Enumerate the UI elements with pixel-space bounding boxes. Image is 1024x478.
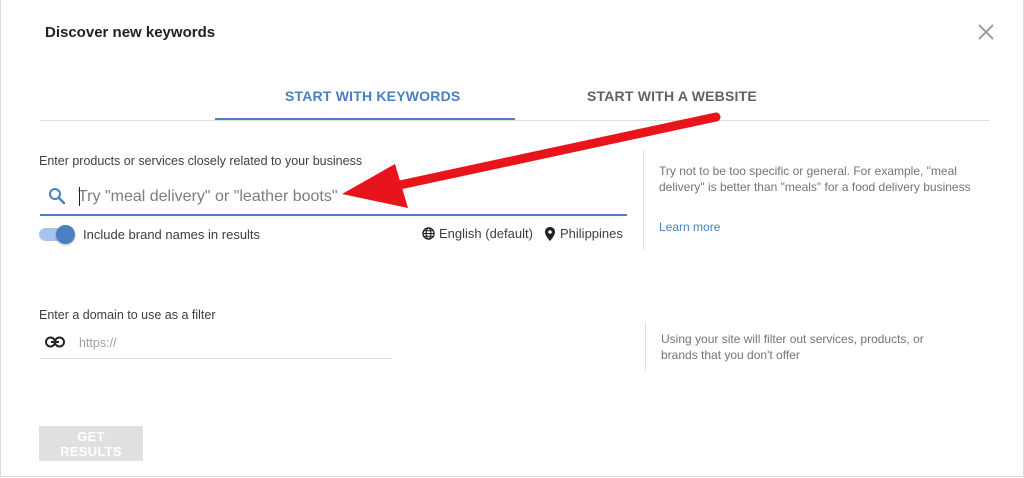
dialog-title: Discover new keywords bbox=[45, 24, 216, 41]
tabs-divider bbox=[40, 120, 990, 121]
keywords-input-underline bbox=[40, 214, 627, 216]
domain-side-divider bbox=[645, 322, 646, 370]
get-results-button[interactable]: GET RESULTS bbox=[39, 426, 143, 461]
brand-names-toggle[interactable] bbox=[39, 225, 75, 244]
link-icon bbox=[45, 336, 65, 348]
language-label: English (default) bbox=[439, 226, 533, 241]
keywords-side-divider bbox=[643, 150, 644, 250]
brand-names-toggle-label: Include brand names in results bbox=[83, 227, 261, 242]
tab-start-with-keywords[interactable]: START WITH KEYWORDS bbox=[285, 88, 460, 104]
learn-more-link[interactable]: Learn more bbox=[659, 220, 720, 234]
search-icon bbox=[49, 188, 66, 205]
domain-hint: Using your site will filter out services… bbox=[661, 332, 924, 362]
globe-icon bbox=[422, 227, 435, 240]
toggle-knob bbox=[56, 225, 75, 244]
location-pin-icon bbox=[545, 226, 555, 241]
keywords-hint: Try not to be too specific or general. F… bbox=[659, 164, 971, 194]
domain-input-underline bbox=[40, 358, 392, 359]
tab-start-with-website[interactable]: START WITH A WEBSITE bbox=[587, 88, 757, 104]
keywords-search-input[interactable] bbox=[78, 185, 623, 209]
language-selector[interactable]: English (default) bbox=[422, 226, 533, 241]
close-icon[interactable] bbox=[976, 22, 996, 42]
location-label: Philippines bbox=[560, 226, 623, 241]
domain-field-label: Enter a domain to use as a filter bbox=[39, 308, 216, 322]
keywords-field-label: Enter products or services closely relat… bbox=[39, 154, 363, 168]
location-selector[interactable]: Philippines bbox=[545, 226, 623, 241]
text-cursor bbox=[79, 187, 80, 206]
domain-input[interactable] bbox=[79, 334, 384, 352]
